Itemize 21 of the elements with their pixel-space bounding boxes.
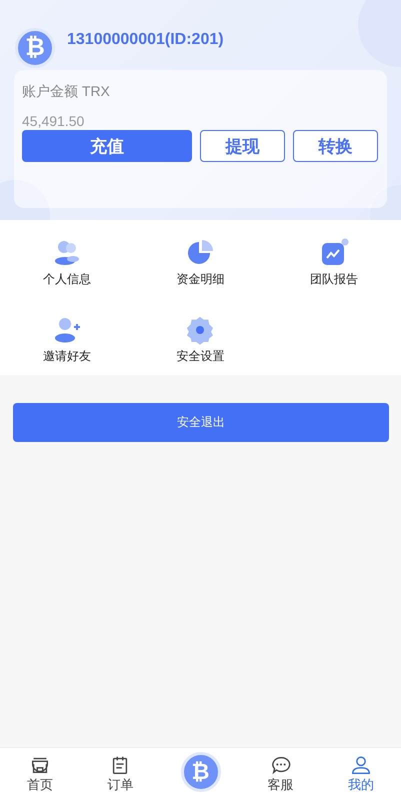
tab[interactable]: 订单 [80, 748, 160, 796]
tab[interactable]: 客服 [240, 748, 321, 796]
tab[interactable]: 首页 [0, 748, 80, 796]
action-button[interactable]: 转换 [293, 130, 378, 162]
user-icon[interactable] [350, 754, 372, 776]
balance-amount: 45,491.50 [22, 112, 86, 130]
bitcoin-avatar: ₿ [15, 28, 55, 68]
recharge-button[interactable]: 充值 [22, 130, 192, 162]
balance-label: 账户金额 TRX [22, 82, 111, 100]
chart-icon[interactable] [319, 238, 350, 268]
chat-icon[interactable] [270, 754, 292, 776]
menu-label[interactable]: 团队报告 [310, 270, 358, 288]
account-name: 13100000001(ID:201) [67, 31, 224, 49]
logout-button[interactable]: 安全退出 [13, 403, 389, 442]
tab[interactable]: 我的 [320, 748, 401, 796]
action-button[interactable]: 提现 [200, 130, 285, 162]
menu-label[interactable]: 邀请好友 [42, 348, 91, 364]
menu-label[interactable]: 安全设置 [176, 348, 224, 364]
gear-icon[interactable] [185, 314, 216, 344]
menu-label[interactable]: 资金明细 [176, 270, 224, 288]
menu-label[interactable]: 个人信息 [42, 270, 91, 288]
